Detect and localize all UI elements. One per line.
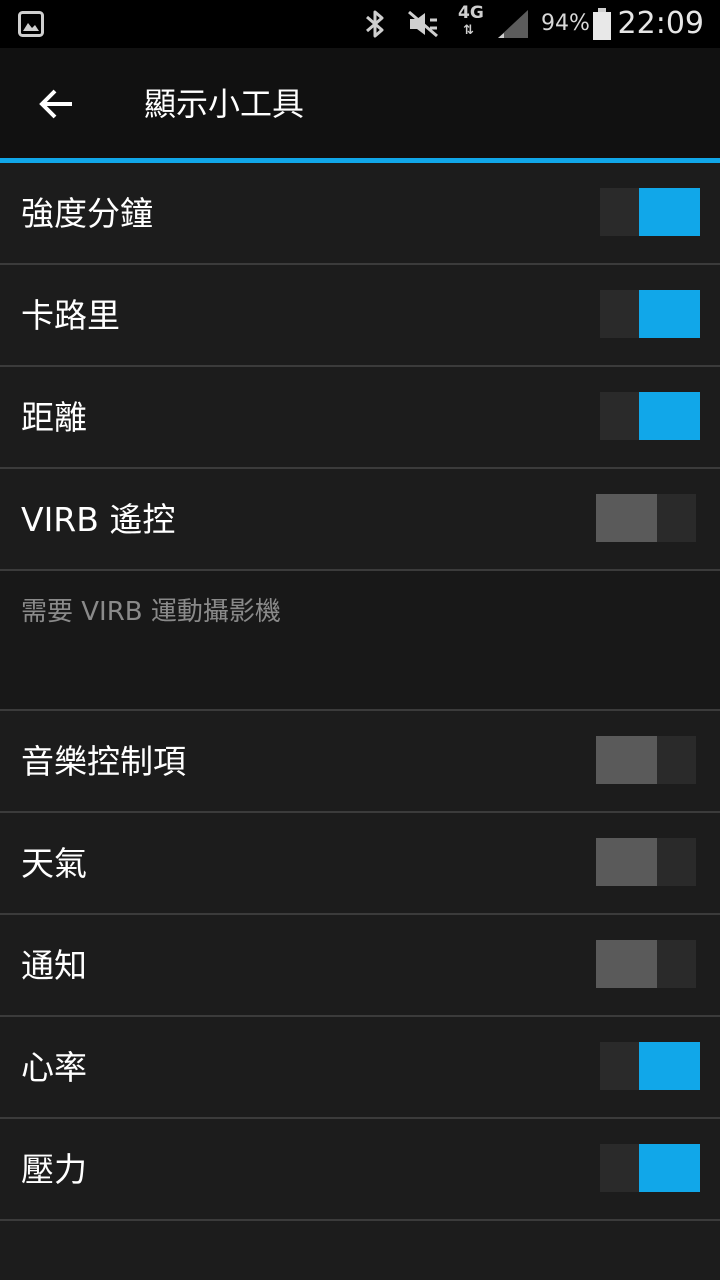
heart-rate-toggle[interactable] bbox=[600, 1042, 700, 1090]
weather-toggle[interactable] bbox=[596, 838, 696, 886]
virb-requirement-note: 需要 VIRB 運動攝影機 bbox=[0, 571, 720, 711]
intensity-minutes-toggle[interactable] bbox=[600, 188, 700, 236]
music-controls-toggle[interactable] bbox=[596, 736, 696, 784]
widget-label: VIRB 遙控 bbox=[21, 500, 176, 539]
widget-label: 距離 bbox=[21, 398, 87, 437]
calories-toggle[interactable] bbox=[600, 290, 700, 338]
widget-label: 天氣 bbox=[21, 844, 87, 883]
note-text: 需要 VIRB 運動攝影機 bbox=[21, 597, 281, 627]
widget-row-weather[interactable]: 天氣 bbox=[0, 813, 720, 915]
status-bar: 4G ⇅ 94% 22:09 bbox=[0, 0, 720, 48]
clock: 22:09 bbox=[617, 6, 704, 41]
page-title: 顯示小工具 bbox=[144, 85, 305, 123]
arrow-left-icon bbox=[38, 88, 74, 124]
widget-row-notifications[interactable]: 通知 bbox=[0, 915, 720, 1017]
notifications-toggle[interactable] bbox=[596, 940, 696, 988]
network-activity-icon: ⇅ bbox=[463, 23, 474, 38]
back-button[interactable] bbox=[30, 80, 82, 132]
toggle-knob bbox=[639, 188, 700, 236]
widget-label: 卡路里 bbox=[21, 296, 120, 335]
widget-row-virb-remote[interactable]: VIRB 遙控 bbox=[0, 469, 720, 571]
bluetooth-icon bbox=[362, 8, 388, 44]
network-type: 4G bbox=[458, 3, 484, 23]
widget-label: 強度分鐘 bbox=[21, 194, 153, 233]
mute-icon bbox=[406, 9, 440, 43]
battery-percent: 94% bbox=[541, 11, 590, 36]
widget-label: 壓力 bbox=[21, 1150, 87, 1189]
widget-row-intensity-minutes[interactable]: 強度分鐘 bbox=[0, 163, 720, 265]
toggle-knob bbox=[639, 290, 700, 338]
widget-row-stress[interactable]: 壓力 bbox=[0, 1119, 720, 1221]
distance-toggle[interactable] bbox=[600, 392, 700, 440]
widget-row-calories[interactable]: 卡路里 bbox=[0, 265, 720, 367]
widget-label: 通知 bbox=[21, 946, 87, 985]
signal-icon bbox=[496, 8, 530, 44]
widget-row-heart-rate[interactable]: 心率 bbox=[0, 1017, 720, 1119]
toggle-knob bbox=[639, 1144, 700, 1192]
gallery-icon bbox=[18, 11, 44, 41]
toggle-knob bbox=[596, 736, 657, 784]
stress-toggle[interactable] bbox=[600, 1144, 700, 1192]
widget-row-music-controls[interactable]: 音樂控制項 bbox=[0, 711, 720, 813]
widget-list: 強度分鐘 卡路里 距離 VIRB 遙控 需要 VIRB 運動攝影機 音樂控制項 … bbox=[0, 163, 720, 1221]
toggle-knob bbox=[639, 392, 700, 440]
widget-label: 心率 bbox=[21, 1048, 87, 1087]
battery-icon bbox=[592, 8, 612, 44]
toggle-knob bbox=[596, 940, 657, 988]
virb-remote-toggle[interactable] bbox=[596, 494, 696, 542]
widget-row-distance[interactable]: 距離 bbox=[0, 367, 720, 469]
widget-label: 音樂控制項 bbox=[21, 742, 186, 781]
app-bar: 顯示小工具 bbox=[0, 48, 720, 160]
toggle-knob bbox=[639, 1042, 700, 1090]
toggle-knob bbox=[596, 494, 657, 542]
toggle-knob bbox=[596, 838, 657, 886]
